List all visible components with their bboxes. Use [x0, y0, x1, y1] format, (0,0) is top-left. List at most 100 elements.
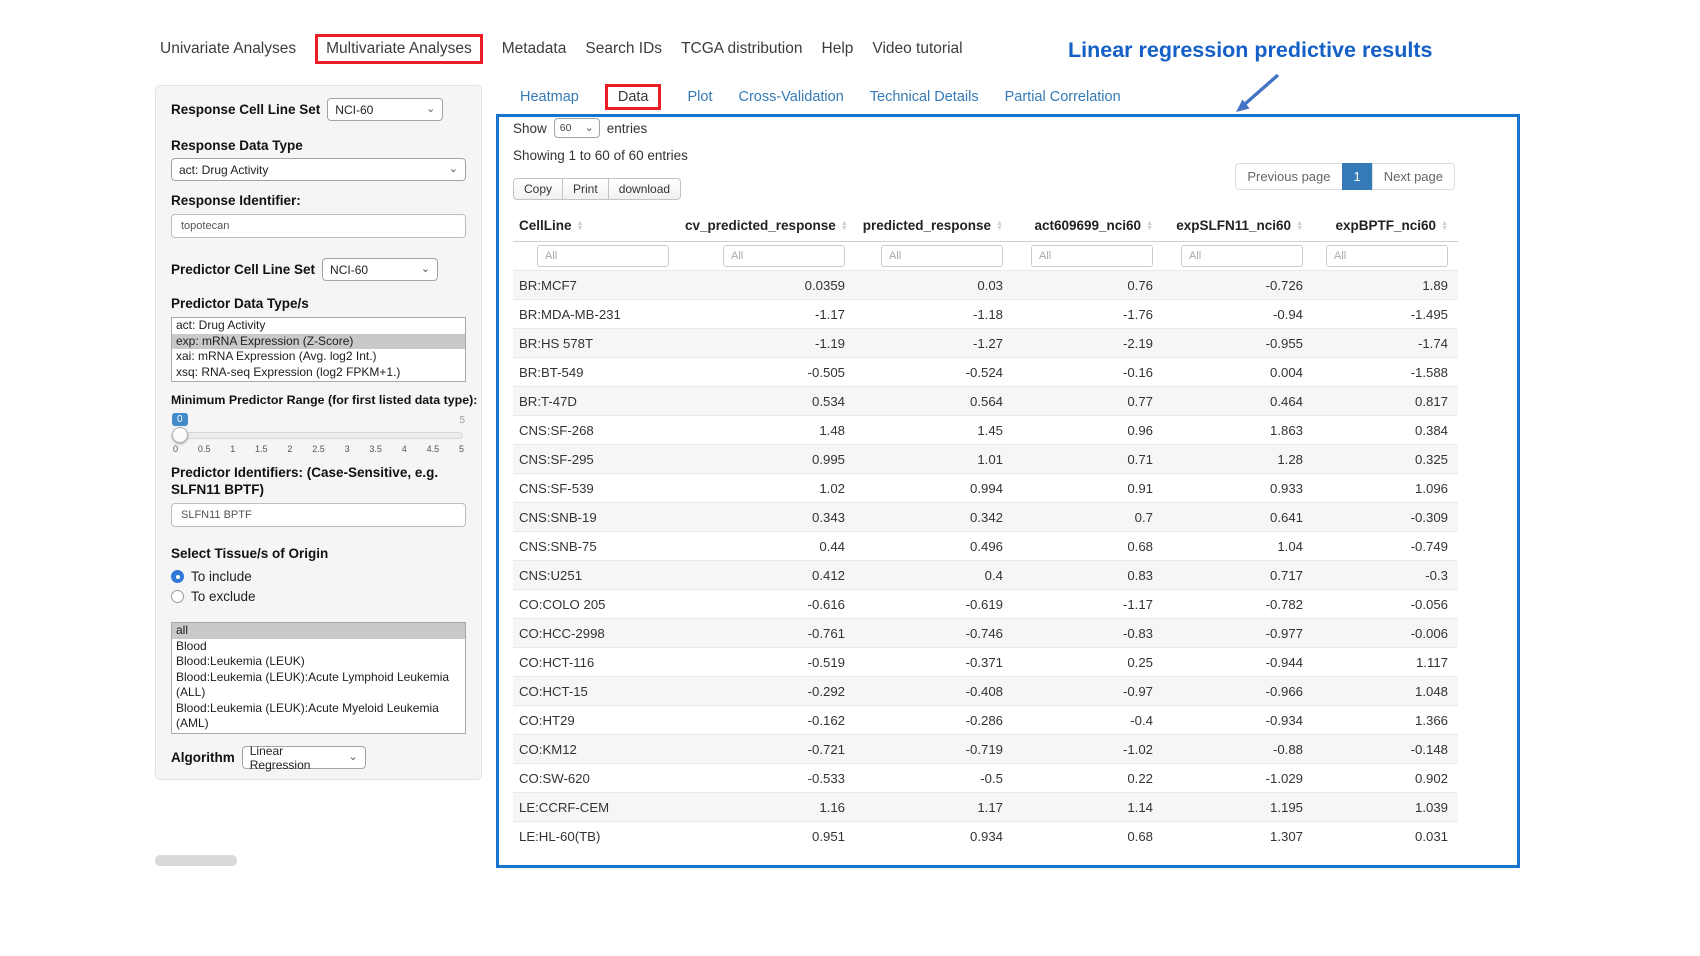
- listbox-option[interactable]: xai: mRNA Expression (Avg. log2 Int.): [172, 349, 465, 365]
- table-row: BR:MCF70.03590.030.76-0.7261.89: [513, 271, 1458, 300]
- filter-input-act609699-nci60[interactable]: [1031, 245, 1153, 267]
- nav-item-video-tutorial[interactable]: Video tutorial: [872, 40, 962, 58]
- toolbar-print-button[interactable]: Print: [562, 178, 609, 200]
- tab-cross-validation[interactable]: Cross-Validation: [738, 89, 843, 105]
- filter-input-cv-predicted-response[interactable]: [723, 245, 845, 267]
- table-cell: 0.994: [855, 474, 1013, 503]
- tab-partial-correlation[interactable]: Partial Correlation: [1005, 89, 1121, 105]
- algorithm-select[interactable]: Linear Regression ⌄: [242, 746, 366, 769]
- listbox-option[interactable]: Blood:Leukemia (LEUK):Acute Lymphoid Leu…: [172, 670, 465, 701]
- response-data-type-select[interactable]: act: Drug Activity ⌄: [171, 158, 466, 181]
- table-cell: 1.01: [855, 445, 1013, 474]
- toolbar-download-button[interactable]: download: [608, 178, 681, 200]
- nav-item-multivariate-analyses[interactable]: Multivariate Analyses: [315, 34, 483, 64]
- column-header-expbptf-nci60[interactable]: expBPTF_nci60▲▼: [1313, 209, 1458, 242]
- filter-input-expslfn11-nci60[interactable]: [1181, 245, 1303, 267]
- nav-item-metadata[interactable]: Metadata: [502, 40, 567, 58]
- column-header-cellline[interactable]: CellLine▲▼: [513, 209, 679, 242]
- table-cell: -1.02: [1013, 735, 1163, 764]
- table-cell: LE:CCRF-CEM: [513, 793, 679, 822]
- top-nav: Univariate Analyses Multivariate Analyses…: [160, 34, 963, 64]
- table-cell: 0.902: [1313, 764, 1458, 793]
- predictor-identifiers-label: Predictor Identifiers: (Case-Sensitive, …: [171, 464, 466, 498]
- table-cell: -0.616: [679, 590, 855, 619]
- tab-heatmap[interactable]: Heatmap: [520, 89, 579, 105]
- table-body: BR:MCF70.03590.030.76-0.7261.89BR:MDA-MB…: [513, 271, 1458, 851]
- table-cell: -0.746: [855, 619, 1013, 648]
- show-entries-select[interactable]: 60 ⌄: [554, 118, 600, 138]
- table-cell: -0.006: [1313, 619, 1458, 648]
- nav-item-search-ids[interactable]: Search IDs: [585, 40, 662, 58]
- tab-plot[interactable]: Plot: [687, 89, 712, 105]
- chevron-down-icon: ⌄: [421, 264, 430, 275]
- response-cell-line-set-select[interactable]: NCI-60 ⌄: [327, 98, 443, 121]
- table-cell: 0.817: [1313, 387, 1458, 416]
- table-cell: 0.343: [679, 503, 855, 532]
- sort-icon[interactable]: ▲▼: [841, 221, 848, 231]
- filter-input-expbptf-nci60[interactable]: [1326, 245, 1448, 267]
- table-cell: 1.28: [1163, 445, 1313, 474]
- sort-icon[interactable]: ▲▼: [577, 221, 584, 231]
- filter-cell: [513, 242, 679, 271]
- radio-to-include[interactable]: To include: [171, 568, 466, 584]
- table-cell: -0.292: [679, 677, 855, 706]
- sort-icon[interactable]: ▲▼: [1441, 221, 1448, 231]
- nav-item-univariate-analyses[interactable]: Univariate Analyses: [160, 40, 296, 58]
- table-cell: BR:BT-549: [513, 358, 679, 387]
- listbox-option[interactable]: xsq: RNA-seq Expression (log2 FPKM+1.): [172, 365, 465, 381]
- table-row: CO:HT29-0.162-0.286-0.4-0.9341.366: [513, 706, 1458, 735]
- page-1-button[interactable]: 1: [1342, 163, 1373, 190]
- table-cell: -0.721: [679, 735, 855, 764]
- tab-data[interactable]: Data: [605, 84, 662, 110]
- predictor-identifiers-input[interactable]: [171, 503, 466, 527]
- sort-icon[interactable]: ▲▼: [1146, 221, 1153, 231]
- sort-icon[interactable]: ▲▼: [1296, 221, 1303, 231]
- nav-item-help[interactable]: Help: [822, 40, 854, 58]
- toolbar-copy-button[interactable]: Copy: [513, 178, 563, 200]
- column-header-expslfn11-nci60[interactable]: expSLFN11_nci60▲▼: [1163, 209, 1313, 242]
- table-cell: 0.534: [679, 387, 855, 416]
- filter-input-predicted-response[interactable]: [881, 245, 1003, 267]
- response-cell-line-set-value: NCI-60: [335, 103, 373, 117]
- response-identifier-input[interactable]: [171, 214, 466, 238]
- table-row: CNS:SF-2950.9951.010.711.280.325: [513, 445, 1458, 474]
- column-header-predicted-response[interactable]: predicted_response▲▼: [855, 209, 1013, 242]
- column-header-act609699-nci60[interactable]: act609699_nci60▲▼: [1013, 209, 1163, 242]
- slider-tick-label: 4: [402, 444, 407, 454]
- slider-handle[interactable]: [172, 427, 188, 443]
- predictor-cell-line-set-select[interactable]: NCI-60 ⌄: [322, 258, 438, 281]
- table-cell: -0.619: [855, 590, 1013, 619]
- table-cell: -0.5: [855, 764, 1013, 793]
- slider-track[interactable]: [174, 432, 463, 439]
- table-cell: 0.342: [855, 503, 1013, 532]
- min-predictor-range-slider[interactable]: 0 5 00.511.522.533.544.55: [171, 413, 466, 454]
- previous-page-button[interactable]: Previous page: [1235, 163, 1342, 190]
- listbox-option[interactable]: Blood:Leukemia (LEUK):Acute Myeloid Leuk…: [172, 701, 465, 732]
- table-row: BR:MDA-MB-231-1.17-1.18-1.76-0.94-1.495: [513, 300, 1458, 329]
- listbox-option[interactable]: Blood:Leukemia (LEUK):Chronic Myelogenou…: [172, 732, 465, 735]
- slider-tick-labels: 00.511.522.533.544.55: [172, 444, 465, 454]
- column-header-cv-predicted-response[interactable]: cv_predicted_response▲▼: [679, 209, 855, 242]
- listbox-option[interactable]: all: [172, 623, 465, 639]
- table-cell: -1.495: [1313, 300, 1458, 329]
- nav-item-tcga-distribution[interactable]: TCGA distribution: [681, 40, 802, 58]
- table-cell: 0.83: [1013, 561, 1163, 590]
- filter-input-cellline[interactable]: [537, 245, 669, 267]
- table-cell: -0.726: [1163, 271, 1313, 300]
- tab-technical-details[interactable]: Technical Details: [870, 89, 979, 105]
- radio-to-exclude[interactable]: To exclude: [171, 588, 466, 604]
- algorithm-value: Linear Regression: [250, 744, 343, 772]
- listbox-option[interactable]: Blood: [172, 639, 465, 655]
- table-row: LE:HL-60(TB)0.9510.9340.681.3070.031: [513, 822, 1458, 851]
- next-page-button[interactable]: Next page: [1372, 163, 1455, 190]
- table-cell: BR:MCF7: [513, 271, 679, 300]
- sort-icon[interactable]: ▲▼: [996, 221, 1003, 231]
- table-cell: CNS:SF-268: [513, 416, 679, 445]
- show-entries-row: Show 60 ⌄ entries: [513, 118, 1517, 138]
- table-cell: -0.977: [1163, 619, 1313, 648]
- listbox-option[interactable]: exp: mRNA Expression (Z-Score): [172, 334, 465, 350]
- listbox-option[interactable]: Blood:Leukemia (LEUK): [172, 654, 465, 670]
- table-row: LE:CCRF-CEM1.161.171.141.1951.039: [513, 793, 1458, 822]
- listbox-option[interactable]: act: Drug Activity: [172, 318, 465, 334]
- table-cell: 0.44: [679, 532, 855, 561]
